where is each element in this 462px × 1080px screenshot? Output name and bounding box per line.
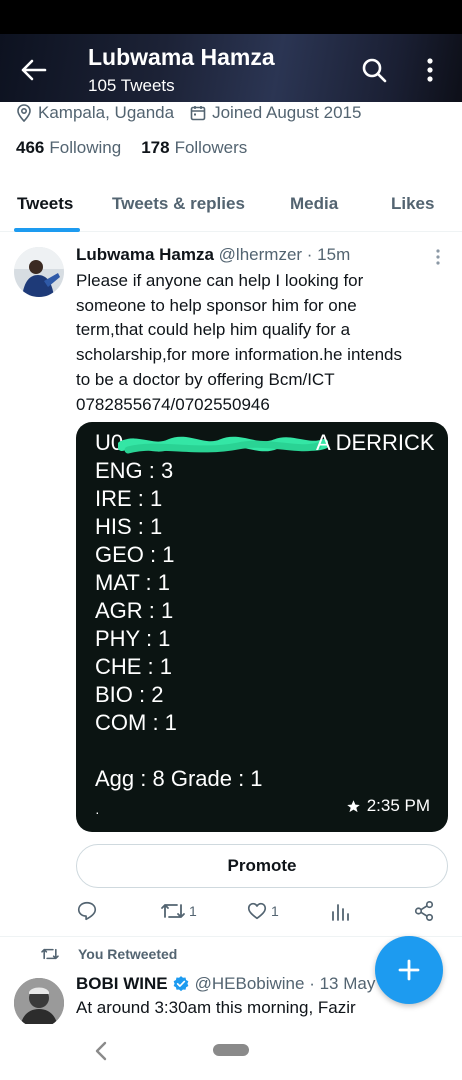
analytics-icon: [332, 904, 349, 921]
join-date: Joined August 2015: [190, 103, 361, 123]
tweet-text-line: Please if anyone can help I looking for: [76, 271, 364, 290]
tweet-text: Please if anyone can help I looking for …: [76, 269, 448, 417]
profile-meta: Kampala, Uganda Joined August 2015: [16, 100, 377, 126]
avatar-image: [14, 247, 64, 297]
arrow-left-icon: [21, 59, 47, 81]
reply-button[interactable]: [76, 897, 101, 925]
like-button[interactable]: 1: [246, 897, 279, 925]
retweet-author-handle[interactable]: @HEBobiwine · 13 May: [195, 974, 376, 994]
media-line: PHY : 1: [95, 626, 171, 651]
tweet-media-image[interactable]: U0 A DERRICK ENG : 3 IRE : 1 HIS : 1 GEO…: [76, 422, 448, 832]
followers-label: Followers: [174, 138, 248, 157]
tweet-header: Lubwama Hamza @lhermzer · 15m: [76, 245, 350, 265]
tweet-author-name[interactable]: Lubwama Hamza: [76, 245, 214, 264]
reply-icon: [77, 901, 97, 921]
media-line: HIS : 1: [95, 514, 163, 539]
tweet-actions: 1 1: [76, 897, 448, 925]
calendar-icon: [190, 106, 206, 121]
tweet-text-line: term,that could help him qualify for a: [76, 320, 351, 340]
system-back-button[interactable]: [88, 1038, 114, 1064]
tweet[interactable]: Lubwama Hamza @lhermzer · 15m Please if …: [0, 233, 462, 937]
following-label: Following: [49, 138, 122, 157]
media-line: GEO : 1: [95, 542, 175, 567]
retweet-count: 1: [189, 903, 197, 919]
retweet-button[interactable]: 1: [160, 897, 197, 925]
retweet-context: You Retweeted: [40, 946, 177, 962]
location-pin-icon: [17, 104, 31, 122]
retweet-icon: [41, 948, 59, 960]
tweet-text-line: scholarship,for more information.he inte…: [76, 345, 402, 365]
following-count: 466: [16, 138, 45, 157]
system-home-pill[interactable]: [213, 1044, 249, 1056]
location: Kampala, Uganda: [16, 103, 174, 123]
more-options-button[interactable]: [408, 48, 452, 92]
media-timestamp-text: 2:35 PM: [366, 796, 430, 815]
retweet-context-label: You Retweeted: [78, 946, 178, 962]
profile-name-title: Lubwama Hamza: [88, 44, 275, 70]
tab-media[interactable]: Media: [290, 194, 338, 214]
retweet-icon: [161, 904, 185, 918]
more-vertical-icon: [436, 249, 440, 265]
media-line: COM : 1: [95, 710, 177, 735]
tweet-author-handle[interactable]: @lhermzer: [219, 245, 302, 264]
media-line: IRE : 1: [95, 486, 163, 511]
tab-tweets[interactable]: Tweets: [17, 194, 73, 214]
back-button[interactable]: [12, 48, 56, 92]
views-button[interactable]: [330, 897, 353, 925]
avatar[interactable]: [14, 247, 64, 297]
profile-tabs: Tweets Tweets & replies Media Likes: [0, 182, 462, 232]
media-dot: ·: [95, 804, 100, 820]
avatar[interactable]: [14, 978, 64, 1028]
media-line: MAT : 1: [95, 570, 170, 595]
retweet-header: BOBI WINE @HEBobiwine · 13 May: [76, 974, 375, 994]
search-icon: [362, 58, 387, 83]
media-line: A DERRICK: [316, 430, 435, 455]
tweet-text-line: 0782855674/0702550946: [76, 394, 270, 414]
followers-link[interactable]: 178 Followers: [141, 138, 247, 158]
followers-count: 178: [141, 138, 170, 157]
media-line: CHE : 1: [95, 654, 173, 679]
profile-header: Lubwama Hamza 105 Tweets: [0, 34, 462, 102]
heart-icon: [247, 902, 267, 920]
promote-button[interactable]: Promote: [76, 844, 448, 888]
more-vertical-icon: [427, 58, 433, 82]
tweet-count: 105 Tweets: [88, 76, 175, 95]
avatar-image: [14, 978, 64, 1028]
media-line: AGR : 1: [95, 598, 174, 623]
share-button[interactable]: [413, 897, 438, 925]
tab-likes[interactable]: Likes: [391, 194, 434, 214]
active-tab-indicator: [14, 228, 80, 232]
retweet-author-name[interactable]: BOBI WINE: [76, 974, 168, 994]
verified-badge-icon: [173, 976, 188, 992]
search-button[interactable]: [352, 48, 396, 92]
redaction-scribble: [118, 436, 328, 454]
chevron-left-icon: [95, 1041, 107, 1061]
location-text: Kampala, Uganda: [38, 103, 175, 122]
media-line: ENG : 3: [95, 458, 174, 483]
plus-icon: [398, 959, 420, 981]
following-link[interactable]: 466 Following: [16, 138, 121, 158]
retweet-text: At around 3:30am this morning, Fazir: [76, 998, 356, 1017]
tweet-text-line: to be a doctor by offering Bcm/ICT: [76, 369, 335, 389]
tweet-text-line: someone to help sponsor him for one: [76, 295, 357, 315]
tab-tweets-replies[interactable]: Tweets & replies: [112, 194, 245, 214]
tweet-more-button[interactable]: [428, 245, 448, 269]
star-icon: [346, 799, 360, 812]
media-timestamp: 2:35 PM: [346, 796, 430, 816]
join-date-text: Joined August 2015: [212, 103, 362, 122]
compose-tweet-button[interactable]: [375, 936, 443, 1004]
like-count: 1: [271, 903, 279, 919]
share-icon: [414, 901, 434, 921]
media-line: Agg : 8 Grade : 1: [95, 766, 263, 791]
follow-stats: 466 Following 178 Followers: [16, 138, 267, 158]
tweet-time: · 15m: [306, 245, 351, 264]
status-bar: [0, 0, 462, 34]
media-line: BIO : 2: [95, 682, 164, 707]
system-nav-bar: [0, 1024, 462, 1080]
